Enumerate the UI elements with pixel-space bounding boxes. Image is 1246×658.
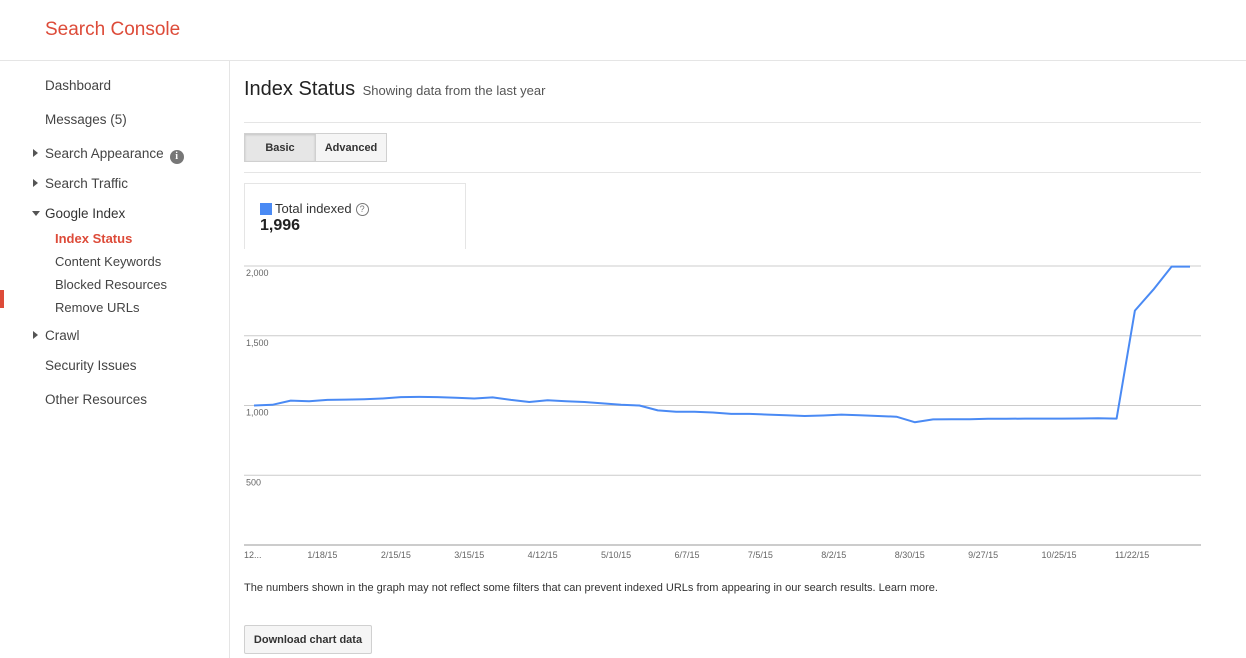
sidebar-item-blocked-resources[interactable]: Blocked Resources	[55, 277, 167, 292]
chart-footnote: The numbers shown in the graph may not r…	[244, 582, 938, 594]
y-tick-label: 1,500	[246, 338, 269, 348]
y-tick-label: 500	[246, 477, 261, 487]
x-tick-label: 2/15/15	[381, 550, 411, 560]
x-tick-label: 12...	[244, 550, 262, 560]
sidebar-item-index-status[interactable]: Index Status	[55, 231, 132, 246]
x-tick-label: 7/5/15	[748, 550, 773, 560]
tab-advanced[interactable]: Advanced	[316, 133, 387, 162]
x-tick-label: 11/22/15	[1115, 550, 1149, 560]
series-swatch	[260, 203, 272, 215]
x-tick-label: 4/12/15	[528, 550, 558, 560]
x-tick-label: 5/10/15	[601, 550, 631, 560]
metric-label: Total indexed	[275, 201, 352, 216]
metric-card[interactable]: Total indexed? 1,996	[244, 183, 466, 249]
footnote-text: The numbers shown in the graph may not r…	[244, 582, 876, 594]
caret-right-icon[interactable]	[33, 149, 38, 157]
divider	[244, 122, 1201, 123]
sidebar-item-content-keywords[interactable]: Content Keywords	[55, 254, 161, 269]
index-status-chart[interactable]: 2,000 1,500 1,000 500 12... 1/18/15 2/15/15 3/1…	[244, 257, 1201, 562]
series-line-total-indexed	[253, 265, 1190, 424]
sidebar: Dashboard Messages (5) Search Appearance…	[0, 61, 230, 658]
caret-down-icon[interactable]	[32, 211, 40, 216]
view-tabs: Basic Advanced	[244, 133, 387, 162]
x-tick-label: 1/18/15	[307, 550, 337, 560]
app-title[interactable]: Search Console	[45, 19, 180, 41]
x-tick-label: 9/27/15	[968, 550, 998, 560]
sidebar-item-crawl[interactable]: Crawl	[45, 328, 80, 343]
sidebar-item-messages[interactable]: Messages (5)	[45, 112, 127, 127]
learn-more-link[interactable]: Learn more.	[879, 582, 938, 594]
metric-value: 1,996	[260, 217, 301, 234]
caret-right-icon[interactable]	[33, 179, 38, 187]
x-tick-label: 8/30/15	[895, 550, 925, 560]
sidebar-item-label: Search Appearance	[45, 146, 164, 161]
top-bar: Search Console	[0, 0, 1246, 61]
sidebar-item-dashboard[interactable]: Dashboard	[45, 78, 111, 93]
tab-basic[interactable]: Basic	[244, 133, 316, 162]
x-tick-label: 8/2/15	[821, 550, 846, 560]
download-chart-data-button[interactable]: Download chart data	[244, 625, 372, 654]
active-indicator	[0, 290, 4, 308]
info-icon[interactable]: i	[169, 150, 184, 164]
chart-svg: 2,000 1,500 1,000 500 12... 1/18/15 2/15/15 3/1…	[244, 265, 1201, 560]
y-tick-label: 2,000	[246, 268, 269, 278]
divider	[244, 172, 1201, 173]
x-tick-label: 3/15/15	[454, 550, 484, 560]
sidebar-item-security-issues[interactable]: Security Issues	[45, 358, 137, 373]
x-tick-label: 6/7/15	[674, 550, 699, 560]
help-icon[interactable]: ?	[355, 203, 369, 216]
sidebar-item-remove-urls[interactable]: Remove URLs	[55, 300, 140, 315]
sidebar-item-search-traffic[interactable]: Search Traffic	[45, 176, 128, 191]
y-tick-label: 1,000	[246, 408, 269, 418]
metric-label-row: Total indexed?	[275, 201, 369, 216]
page-header: Index Status Showing data from the last …	[244, 78, 545, 101]
caret-right-icon[interactable]	[33, 331, 38, 339]
page-title: Index Status	[244, 78, 356, 100]
sidebar-item-google-index[interactable]: Google Index	[45, 206, 125, 221]
page-subtitle: Showing data from the last year	[362, 83, 546, 98]
sidebar-item-search-appearance[interactable]: Search Appearance i	[45, 146, 184, 164]
x-tick-label: 10/25/15	[1042, 550, 1077, 560]
sidebar-item-other-resources[interactable]: Other Resources	[45, 392, 147, 407]
